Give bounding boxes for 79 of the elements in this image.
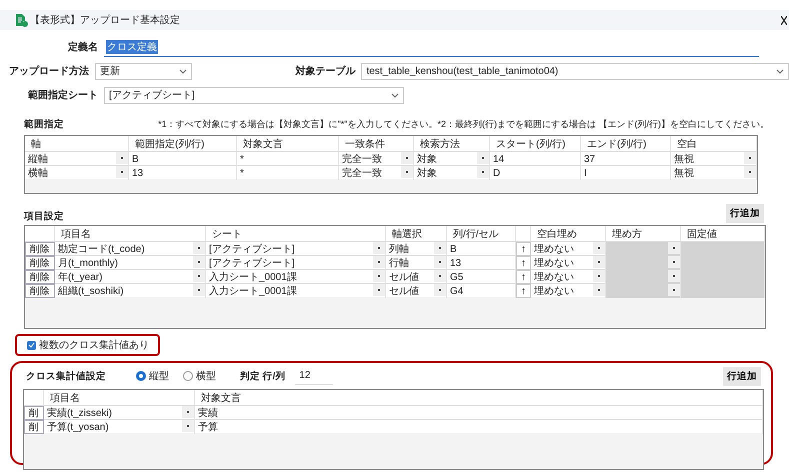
dropdown-icon[interactable]: [593, 284, 605, 296]
table-cell[interactable]: 組織(t_soshiki): [55, 284, 206, 298]
dropdown-icon[interactable]: [182, 420, 194, 432]
dropdown-icon[interactable]: [434, 256, 446, 268]
dropdown-icon[interactable]: [401, 166, 413, 178]
arrow-button[interactable]: ↑: [516, 242, 531, 256]
dropdown-icon[interactable]: [373, 270, 385, 282]
field-value: クロス定義: [106, 40, 158, 54]
radio-button[interactable]: [183, 371, 193, 381]
section-title: 範囲指定: [24, 118, 64, 131]
table-cell[interactable]: 予算: [195, 420, 763, 434]
dropdown-icon[interactable]: [744, 166, 756, 178]
dropdown-icon[interactable]: [116, 152, 128, 164]
field-label: 対象テーブル: [294, 64, 357, 78]
note-text: *1：すべて対象にする場合は【対象文言】に"*"を入力してください。*2：最終列(行)までを範囲にする場合は 【エンド(列/行)】を空白にしてください。: [158, 118, 769, 131]
close-icon[interactable]: [781, 16, 787, 24]
checkbox-label: 複数のクロス集計値あり: [39, 338, 149, 352]
chevron-down-icon[interactable]: [391, 92, 399, 98]
table-cell[interactable]: D: [490, 166, 581, 180]
dropdown-icon[interactable]: [477, 152, 489, 164]
add-row-button[interactable]: 行追加: [726, 204, 764, 223]
dropdown-icon[interactable]: [193, 242, 205, 254]
dropdown-icon[interactable]: [116, 166, 128, 178]
dropdown-icon[interactable]: [593, 270, 605, 282]
dropdown-icon[interactable]: [193, 284, 205, 296]
dropdown-icon[interactable]: [434, 284, 446, 296]
table-cell[interactable]: 13: [129, 166, 237, 180]
table-cell[interactable]: 入力シート_0001課: [206, 284, 386, 298]
dropdown-icon[interactable]: [373, 284, 385, 296]
dropdown-icon[interactable]: [477, 166, 489, 178]
dropdown-icon[interactable]: [593, 242, 605, 254]
window-title: 【表形式】アップロード基本設定: [30, 14, 180, 27]
table-dropdown[interactable]: test_table_kenshou(test_table_tanimoto04): [361, 62, 789, 80]
delete-button[interactable]: 削除: [25, 242, 55, 256]
table-cell[interactable]: *: [237, 166, 339, 180]
arrow-button[interactable]: ↑: [516, 256, 531, 270]
arrow-button[interactable]: ↑: [516, 284, 531, 298]
arrow-button[interactable]: ↑: [516, 270, 531, 284]
radio-label: 縦型: [149, 370, 169, 383]
sheet-dropdown[interactable]: [アクティブシート]: [104, 86, 404, 104]
table-cell[interactable]: セル値: [386, 284, 447, 298]
field-label: 範囲指定シート: [27, 88, 99, 102]
table-cell[interactable]: 横軸: [25, 166, 129, 180]
dropdown-icon[interactable]: [193, 270, 205, 282]
dropdown-icon[interactable]: [593, 256, 605, 268]
table-cell[interactable]: 無視: [671, 166, 757, 180]
field-label: アップロード方法: [8, 64, 90, 78]
dropdown-icon[interactable]: [182, 406, 194, 418]
table-cell[interactable]: I: [581, 166, 671, 180]
dropdown-icon[interactable]: [434, 270, 446, 282]
chevron-down-icon[interactable]: [179, 68, 188, 74]
add-row-button[interactable]: 行追加: [723, 366, 761, 386]
chevron-down-icon[interactable]: [776, 68, 784, 74]
field-label: 判定 行/列: [240, 370, 286, 382]
table-cell[interactable]: 予算(t_yosan): [44, 420, 195, 434]
dropdown-icon[interactable]: [193, 256, 205, 268]
dropdown-icon[interactable]: [373, 256, 385, 268]
table-cell[interactable]: 対象: [414, 166, 490, 180]
dropdown-icon[interactable]: [401, 152, 413, 164]
delete-button[interactable]: 削除: [25, 284, 55, 298]
radio-label: 横型: [196, 370, 216, 383]
table-cell[interactable]: 埋めない: [531, 284, 606, 298]
section-title: 項目設定: [24, 210, 64, 223]
dropdown-icon[interactable]: [744, 152, 756, 164]
delete-button[interactable]: 削除: [25, 270, 55, 284]
delete-button[interactable]: 削: [24, 406, 44, 420]
radio-button[interactable]: [136, 371, 146, 381]
delete-button[interactable]: 削除: [25, 256, 55, 270]
section-title: クロス集計値設定: [26, 370, 107, 382]
delete-button[interactable]: 削: [24, 420, 44, 434]
field-label: 定義名: [66, 40, 99, 54]
dropdown-icon[interactable]: [373, 242, 385, 254]
checkbox[interactable]: [27, 340, 36, 350]
document-icon: [15, 13, 28, 27]
table-cell[interactable]: 完全一致: [339, 166, 414, 180]
name-field[interactable]: クロス定義: [104, 38, 759, 56]
dropdown-icon[interactable]: [434, 242, 446, 254]
method-dropdown[interactable]: 更新: [94, 62, 192, 80]
judge-field[interactable]: 12: [295, 368, 334, 384]
